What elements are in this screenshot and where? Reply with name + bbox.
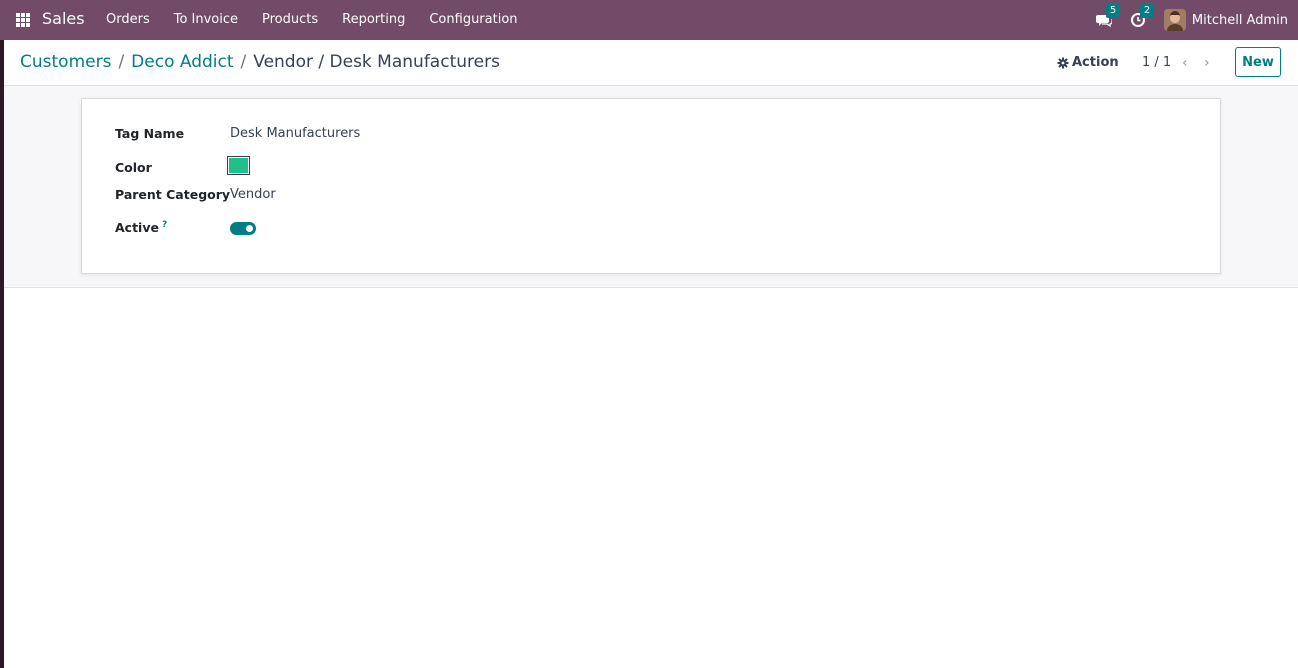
- user-name[interactable]: Mitchell Admin: [1192, 13, 1288, 28]
- active-label: Active?: [115, 220, 167, 235]
- form-sheet: Tag Name Desk Manufacturers Color Parent…: [81, 98, 1221, 274]
- breadcrumb-separator: /: [240, 52, 247, 72]
- active-label-text: Active: [115, 220, 159, 236]
- activities-count-badge: 2: [1139, 4, 1155, 18]
- app-name[interactable]: Sales: [42, 9, 85, 28]
- systray: 5 2 Mitchell Admin: [1095, 0, 1288, 40]
- menu-item-to-invoice[interactable]: To Invoice: [174, 12, 238, 27]
- new-button[interactable]: New: [1235, 47, 1281, 77]
- help-tooltip-icon[interactable]: ?: [162, 220, 167, 230]
- tag-name-label: Tag Name: [115, 126, 185, 141]
- messages-count-badge: 5: [1105, 4, 1121, 18]
- breadcrumb-separator: /: [118, 52, 125, 72]
- messages-button[interactable]: 5: [1095, 4, 1121, 28]
- color-swatch: [229, 158, 248, 173]
- color-label: Color: [115, 160, 152, 175]
- tag-name-field[interactable]: Desk Manufacturers: [230, 126, 360, 141]
- parent-category-field[interactable]: Vendor: [230, 187, 276, 202]
- menu-item-reporting[interactable]: Reporting: [342, 12, 405, 27]
- chevron-left-icon[interactable]: ‹: [1182, 55, 1188, 71]
- activities-button[interactable]: 2: [1130, 4, 1155, 28]
- chevron-right-icon[interactable]: ›: [1204, 55, 1210, 71]
- user-avatar[interactable]: [1163, 9, 1186, 31]
- breadcrumb-current: Vendor / Desk Manufacturers: [253, 52, 500, 72]
- toggle-knob: [246, 225, 253, 232]
- breadcrumb-customers[interactable]: Customers: [20, 52, 111, 72]
- menu-item-configuration[interactable]: Configuration: [429, 12, 517, 27]
- gear-icon: [1057, 57, 1069, 68]
- breadcrumb: Customers / Deco Addict / Vendor / Desk …: [20, 52, 500, 72]
- main-menu: Orders To Invoice Products Reporting Con…: [106, 12, 542, 27]
- color-picker[interactable]: [227, 156, 250, 175]
- breadcrumb-deco-addict[interactable]: Deco Addict: [131, 52, 233, 72]
- parent-category-label: Parent Category: [115, 187, 231, 202]
- control-panel: Customers / Deco Addict / Vendor / Desk …: [4, 40, 1298, 86]
- pager-value[interactable]: 1 / 1: [1142, 55, 1171, 70]
- action-label: Action: [1072, 55, 1119, 70]
- menu-item-products[interactable]: Products: [262, 12, 318, 27]
- active-toggle[interactable]: [230, 222, 256, 235]
- action-button[interactable]: Action: [1057, 55, 1119, 70]
- menu-item-orders[interactable]: Orders: [106, 12, 150, 27]
- top-navbar: Sales Orders To Invoice Products Reporti…: [0, 0, 1298, 40]
- apps-grid-icon[interactable]: [16, 13, 30, 27]
